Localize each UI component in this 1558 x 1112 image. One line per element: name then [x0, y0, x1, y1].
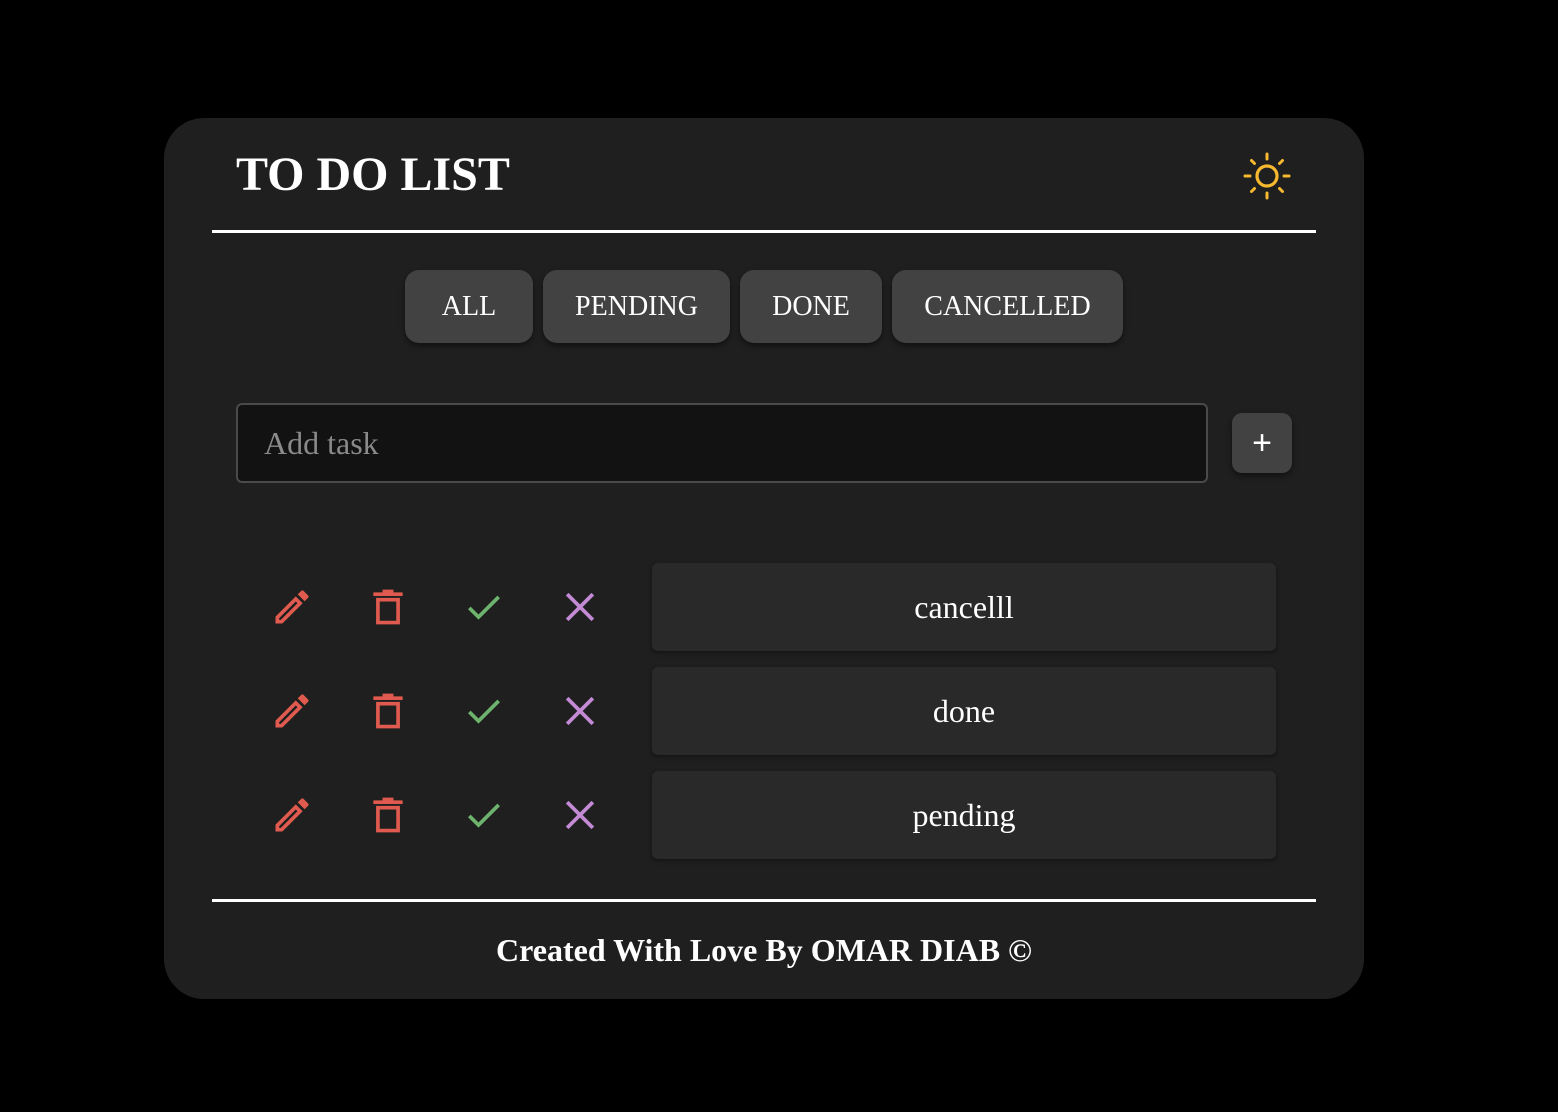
- page-title: TO DO LIST: [236, 148, 510, 201]
- delete-button[interactable]: [366, 689, 410, 733]
- cancel-task-button[interactable]: [558, 585, 602, 629]
- delete-button[interactable]: [366, 585, 410, 629]
- filter-done-button[interactable]: DONE: [740, 270, 882, 343]
- sun-icon: [1243, 152, 1291, 200]
- pencil-icon: [275, 590, 309, 624]
- close-icon: [565, 696, 595, 726]
- mark-done-button[interactable]: [462, 793, 506, 837]
- filter-bar: ALL PENDING DONE CANCELLED: [164, 270, 1364, 343]
- filter-all-button[interactable]: ALL: [405, 270, 533, 343]
- trash-icon: [373, 693, 403, 729]
- edit-button[interactable]: [270, 689, 314, 733]
- pencil-icon: [275, 798, 309, 832]
- close-icon: [565, 592, 595, 622]
- task-text: done: [652, 667, 1276, 755]
- edit-button[interactable]: [270, 585, 314, 629]
- trash-icon: [373, 797, 403, 833]
- add-task-button[interactable]: +: [1232, 413, 1292, 473]
- close-icon: [565, 800, 595, 830]
- task-text: pending: [652, 771, 1276, 859]
- task-text: cancelll: [652, 563, 1276, 651]
- trash-icon: [373, 589, 403, 625]
- task-row: cancelll: [164, 563, 1364, 651]
- mark-done-button[interactable]: [462, 689, 506, 733]
- edit-button[interactable]: [270, 793, 314, 837]
- filter-pending-button[interactable]: PENDING: [543, 270, 730, 343]
- task-row: done: [164, 667, 1364, 755]
- cancel-task-button[interactable]: [558, 793, 602, 837]
- check-icon: [468, 803, 500, 828]
- add-task-input[interactable]: [236, 403, 1208, 483]
- add-task-row: +: [236, 403, 1292, 483]
- footer: Created With Love By OMAR DIAB ©: [212, 899, 1316, 969]
- check-icon: [468, 595, 500, 620]
- check-icon: [468, 699, 500, 724]
- task-row: pending: [164, 771, 1364, 859]
- filter-cancelled-button[interactable]: CANCELLED: [892, 270, 1123, 343]
- footer-credit: Created With Love By OMAR DIAB ©: [496, 932, 1032, 968]
- header: TO DO LIST: [212, 118, 1316, 233]
- cancel-task-button[interactable]: [558, 689, 602, 733]
- mark-done-button[interactable]: [462, 585, 506, 629]
- theme-toggle-button[interactable]: [1242, 151, 1292, 201]
- delete-button[interactable]: [366, 793, 410, 837]
- pencil-icon: [275, 694, 309, 728]
- todo-card: TO DO LIST ALL PENDING DONE CANCELLED +: [164, 118, 1364, 999]
